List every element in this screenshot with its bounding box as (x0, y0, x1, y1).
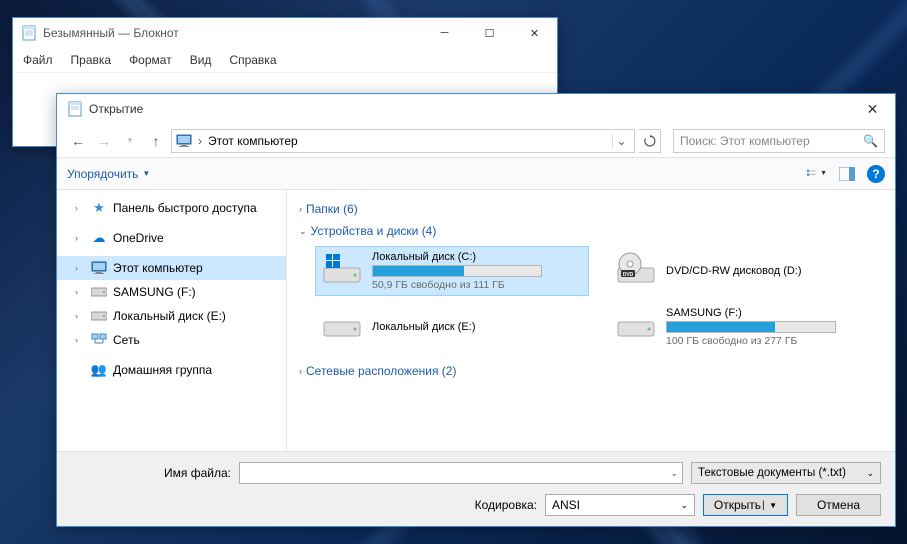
dialog-title: Открытие (89, 102, 850, 116)
network-icon (91, 332, 107, 348)
back-button[interactable]: ← (67, 130, 89, 152)
drive-icon (614, 307, 658, 343)
help-button[interactable]: ? (867, 165, 885, 183)
preview-pane-button[interactable] (837, 164, 857, 184)
svg-text:DVD: DVD (623, 272, 634, 278)
up-button[interactable]: ↑ (145, 130, 167, 152)
address-bar[interactable]: › Этот компьютер ⌄ (171, 129, 635, 153)
close-button[interactable]: ✕ (512, 18, 557, 48)
notepad-title: Безымянный — Блокнот (43, 26, 422, 40)
drive-f-usage-bar (666, 321, 836, 333)
homegroup-icon: 👥 (91, 362, 107, 378)
drive-icon (91, 284, 107, 300)
address-dropdown[interactable]: ⌄ (612, 134, 630, 148)
nav-tree: › ★ Панель быстрого доступа › ☁ OneDrive… (57, 190, 287, 451)
tree-samsung[interactable]: › SAMSUNG (F:) (57, 280, 286, 304)
refresh-icon (644, 135, 656, 147)
tree-onedrive[interactable]: › ☁ OneDrive (57, 226, 286, 250)
chevron-down-icon: ⌄ (680, 500, 688, 511)
tree-this-pc[interactable]: › Этот компьютер (57, 256, 286, 280)
star-icon: ★ (91, 200, 107, 216)
tree-quick-access[interactable]: › ★ Панель быстрого доступа (57, 196, 286, 220)
encoding-dropdown[interactable]: ANSI ⌄ (545, 494, 695, 516)
search-input[interactable]: Поиск: Этот компьютер 🔍 (673, 129, 885, 153)
organize-button[interactable]: Упорядочить ▼ (67, 167, 150, 181)
section-folders[interactable]: › Папки (6) (299, 198, 883, 220)
maximize-button[interactable]: ☐ (467, 18, 512, 48)
search-icon: 🔍 (863, 134, 878, 148)
drive-c[interactable]: Локальный диск (C:) 50,9 ГБ свободно из … (315, 246, 589, 296)
notepad-menubar: Файл Правка Формат Вид Справка (13, 48, 557, 73)
address-location: Этот компьютер (208, 134, 298, 148)
drive-d[interactable]: DVD DVD/CD-RW дисковод (D:) (609, 246, 883, 296)
drive-icon (91, 308, 107, 324)
menu-view[interactable]: Вид (188, 50, 214, 70)
drive-icon (320, 307, 364, 343)
dvd-drive-icon: DVD (614, 251, 658, 287)
toolbar: Упорядочить ▼ ▼ ? (57, 158, 895, 190)
thispc-icon (176, 133, 192, 149)
menu-edit[interactable]: Правка (69, 50, 114, 70)
cloud-icon: ☁ (91, 230, 107, 246)
main-panel: › Папки (6) ⌄ Устройства и диски (4) Лок… (287, 190, 895, 451)
notepad-icon (67, 101, 83, 117)
filename-input[interactable]: ⌄ (239, 462, 683, 484)
forward-button[interactable]: → (93, 130, 115, 152)
tree-local-e[interactable]: › Локальный диск (E:) (57, 304, 286, 328)
drive-e[interactable]: Локальный диск (E:) (315, 302, 589, 352)
cancel-button[interactable]: Отмена (796, 494, 881, 516)
os-drive-icon (320, 251, 364, 287)
menu-help[interactable]: Справка (227, 50, 278, 70)
chevron-down-icon: ⌄ (670, 468, 678, 479)
nav-row: ← → ▾ ↑ › Этот компьютер ⌄ Поиск: Этот к… (57, 124, 895, 158)
notepad-titlebar[interactable]: Безымянный — Блокнот ─ ☐ ✕ (13, 18, 557, 48)
open-dialog: Открытие ✕ ← → ▾ ↑ › Этот компьютер ⌄ По… (56, 93, 896, 527)
section-devices[interactable]: ⌄ Устройства и диски (4) (299, 220, 883, 242)
open-button[interactable]: Открыть ▏▼ (703, 494, 788, 516)
tree-network[interactable]: › Сеть (57, 328, 286, 352)
search-placeholder: Поиск: Этот компьютер (680, 134, 810, 148)
dialog-close-button[interactable]: ✕ (850, 94, 895, 124)
section-network-locations[interactable]: › Сетевые расположения (2) (299, 360, 883, 382)
view-options-button[interactable]: ▼ (807, 164, 827, 184)
encoding-label: Кодировка: (475, 498, 537, 512)
drive-f[interactable]: SAMSUNG (F:) 100 ГБ свободно из 277 ГБ (609, 302, 883, 352)
filetype-dropdown[interactable]: Текстовые документы (*.txt) ⌄ (691, 462, 881, 484)
chevron-down-icon: ⌄ (866, 468, 874, 479)
bottom-panel: Имя файла: ⌄ Текстовые документы (*.txt)… (57, 451, 895, 526)
filename-label: Имя файла: (71, 466, 231, 480)
menu-format[interactable]: Формат (127, 50, 174, 70)
recent-dropdown[interactable]: ▾ (119, 130, 141, 152)
tree-homegroup[interactable]: 👥 Домашняя группа (57, 358, 286, 382)
thispc-icon (91, 260, 107, 276)
drive-c-usage-bar (372, 265, 542, 277)
refresh-button[interactable] (639, 129, 661, 153)
dialog-titlebar[interactable]: Открытие ✕ (57, 94, 895, 124)
minimize-button[interactable]: ─ (422, 18, 467, 48)
menu-file[interactable]: Файл (21, 50, 55, 70)
notepad-icon (21, 25, 37, 41)
